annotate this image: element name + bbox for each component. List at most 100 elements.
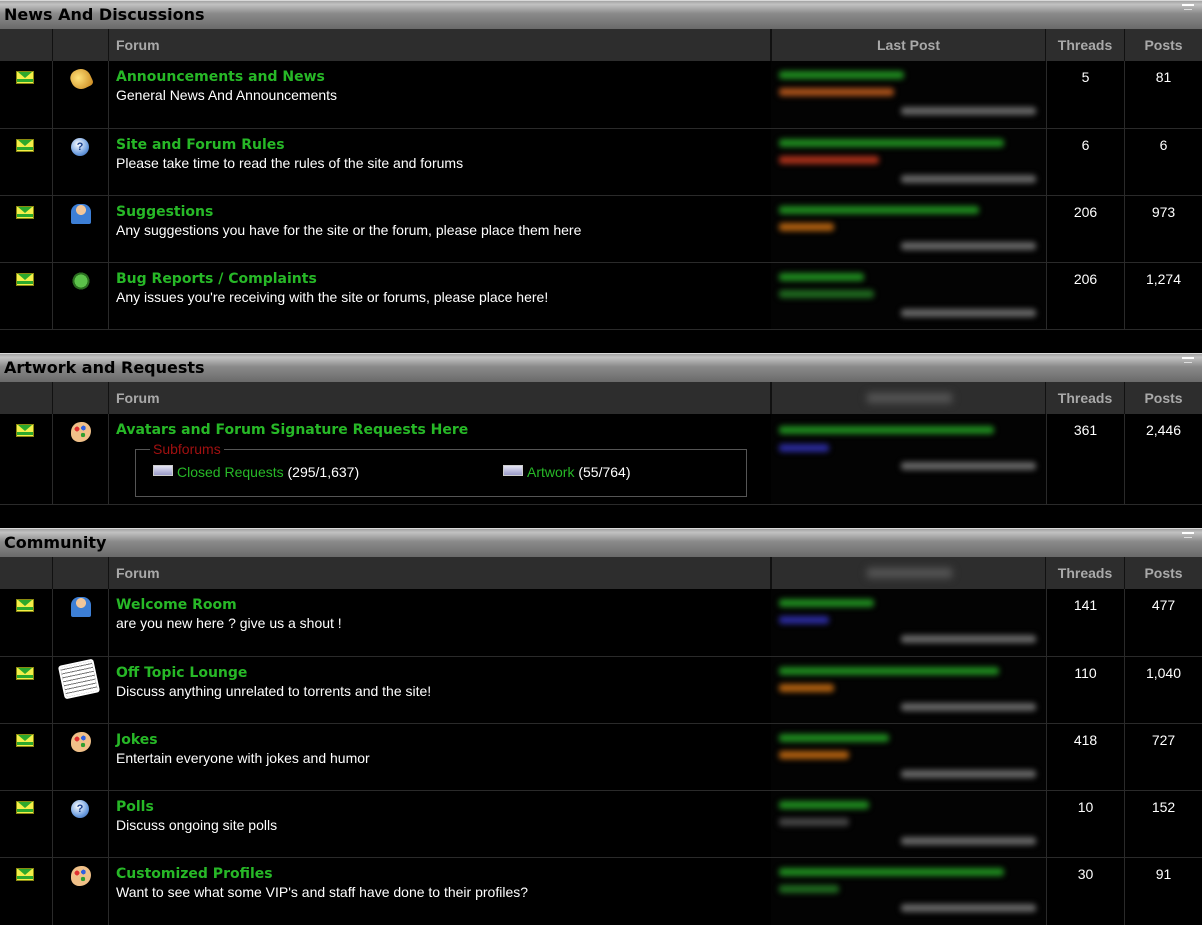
forum-status-envelope-icon [16, 801, 34, 814]
forum-title-link[interactable]: Jokes [116, 732, 158, 748]
thread-count: 10 [1046, 791, 1125, 857]
column-header-row: Forum Threads Posts [0, 382, 1202, 414]
section-title: News And Discussions [4, 5, 205, 24]
section-title: Community [4, 533, 107, 552]
subforums-label: Subforums [150, 441, 224, 457]
post-count: 477 [1151, 597, 1176, 613]
post-count: 6 [1159, 137, 1168, 153]
column-posts: Posts [1144, 37, 1183, 53]
palette-icon [71, 866, 91, 886]
forum-description: Discuss anything unrelated to torrents a… [116, 683, 432, 699]
column-threads: Threads [1046, 557, 1125, 589]
post-count: 1,274 [1145, 271, 1182, 287]
forum-status-envelope-icon [16, 71, 34, 84]
forum-title-link[interactable]: Suggestions [116, 204, 213, 220]
forum-title-link[interactable]: Site and Forum Rules [116, 137, 285, 153]
forum-row: ? Site and Forum Rules Please take time … [0, 129, 1202, 196]
subforum-artwork: Artwork (55/764) [503, 464, 631, 480]
thread-count: 5 [1046, 61, 1125, 128]
forum-title-link[interactable]: Off Topic Lounge [116, 665, 247, 681]
subforum-counts: (55/764) [578, 464, 631, 480]
column-forum: Forum [109, 557, 771, 589]
post-count: 1,040 [1145, 665, 1182, 681]
forum-description: Any suggestions you have for the site or… [116, 222, 582, 238]
column-forum: Forum [109, 29, 771, 61]
user-icon [71, 597, 91, 617]
forum-title-link[interactable]: Polls [116, 799, 154, 815]
section-header: Community [0, 528, 1202, 557]
forum-row: Jokes Entertain everyone with jokes and … [0, 724, 1202, 791]
forum-row: ? Polls Discuss ongoing site polls 10 15… [0, 791, 1202, 858]
thread-count: 6 [1046, 129, 1125, 195]
forum-description: General News And Announcements [116, 87, 338, 103]
subforum-closed-requests: Closed Requests (295/1,637) [153, 464, 359, 480]
forum-status-envelope-icon [16, 206, 34, 219]
column-last-post: Last Post [771, 29, 1046, 61]
user-icon [71, 204, 91, 224]
post-count: 81 [1155, 69, 1172, 85]
last-post-redacted [771, 263, 1046, 329]
column-last-post-redacted [771, 382, 1046, 414]
forum-row: Suggestions Any suggestions you have for… [0, 196, 1202, 263]
forum-status-envelope-icon [16, 273, 34, 286]
palette-icon [71, 422, 91, 442]
forum-status-envelope-icon [16, 424, 34, 437]
palette-icon [71, 732, 91, 752]
section-header: News And Discussions [0, 0, 1202, 29]
forum-status-envelope-icon [16, 599, 34, 612]
thread-count: 206 [1046, 196, 1125, 262]
post-count: 91 [1155, 866, 1172, 882]
column-last-post-redacted [771, 557, 1046, 589]
collapse-icon[interactable] [1182, 532, 1194, 542]
post-count: 727 [1151, 732, 1176, 748]
last-post-redacted [771, 791, 1046, 857]
thread-count: 361 [1046, 414, 1125, 504]
forum-status-envelope-icon [16, 868, 34, 881]
last-post-redacted [771, 414, 1046, 504]
newspaper-icon [57, 658, 101, 700]
post-count: 973 [1151, 204, 1176, 220]
column-forum: Forum [109, 382, 771, 414]
subforum-counts: (295/1,637) [287, 464, 360, 480]
thread-count: 206 [1046, 263, 1125, 329]
bug-icon [71, 271, 91, 291]
post-count: 152 [1151, 799, 1176, 815]
bell-icon [67, 65, 95, 93]
forum-title-link[interactable]: Avatars and Forum Signature Requests Her… [116, 422, 468, 438]
section-title: Artwork and Requests [4, 358, 205, 377]
forum-description: Want to see what some VIP's and staff ha… [116, 884, 529, 900]
forum-status-envelope-icon [16, 139, 34, 152]
forum-row: Avatars and Forum Signature Requests Her… [0, 414, 1202, 505]
last-post-redacted [771, 657, 1046, 723]
forum-description: Please take time to read the rules of th… [116, 155, 464, 171]
last-post-redacted [771, 196, 1046, 262]
forum-title-link[interactable]: Customized Profiles [116, 866, 273, 882]
forum-title-link[interactable]: Welcome Room [116, 597, 237, 613]
thread-count: 30 [1046, 858, 1125, 925]
post-count: 2,446 [1145, 422, 1182, 438]
subforum-icon [153, 465, 173, 476]
collapse-icon[interactable] [1182, 4, 1194, 14]
help-icon: ? [71, 800, 89, 818]
help-icon: ? [71, 138, 89, 156]
subforum-link[interactable]: Closed Requests [177, 464, 284, 480]
forum-row: Off Topic Lounge Discuss anything unrela… [0, 657, 1202, 724]
collapse-icon[interactable] [1182, 357, 1194, 367]
forum-description: Discuss ongoing site polls [116, 817, 278, 833]
forum-description: Entertain everyone with jokes and humor [116, 750, 370, 766]
thread-count: 141 [1046, 589, 1125, 656]
column-threads: Threads [1046, 382, 1125, 414]
forum-title-link[interactable]: Bug Reports / Complaints [116, 271, 317, 287]
last-post-redacted [771, 129, 1046, 195]
last-post-redacted [771, 589, 1046, 656]
subforum-link[interactable]: Artwork [527, 464, 574, 480]
forum-title-link[interactable]: Announcements and News [116, 69, 325, 85]
forum-row: Customized Profiles Want to see what som… [0, 858, 1202, 925]
column-threads: Threads [1046, 29, 1125, 61]
forum-status-envelope-icon [16, 734, 34, 747]
forum-row: Welcome Room are you new here ? give us … [0, 589, 1202, 657]
forum-description: are you new here ? give us a shout ! [116, 615, 342, 631]
thread-count: 418 [1046, 724, 1125, 790]
subforum-icon [503, 465, 523, 476]
last-post-redacted [771, 858, 1046, 925]
